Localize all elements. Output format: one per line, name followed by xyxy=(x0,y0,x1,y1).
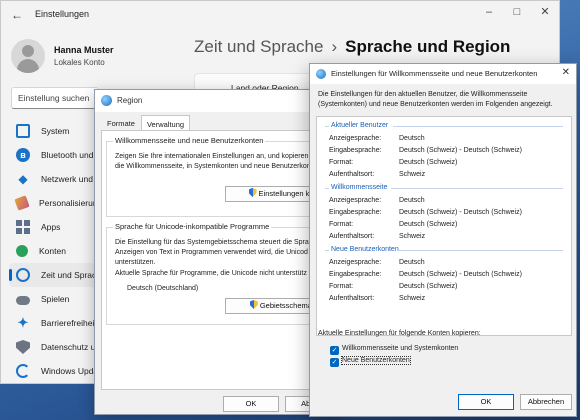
unicode-group-text-3: unterstützen. xyxy=(115,259,156,266)
current-language-label: Aktuelle Sprache für Programme, die Unic… xyxy=(115,270,307,277)
nav-label: Konten xyxy=(39,246,66,256)
nav-item-bluetooth[interactable]: ʙ Bluetooth und G xyxy=(9,143,102,167)
section-title: Aktueller Benutzer xyxy=(331,122,389,129)
welcome-group-text-2: die Willkommensseite, in Systemkonten un… xyxy=(115,163,311,170)
maximize-button[interactable]: □ xyxy=(503,1,531,25)
setting-row: Format: Deutsch (Schweiz) xyxy=(329,159,458,166)
setting-row: Aufenthaltsort: Schweiz xyxy=(329,233,426,240)
welcome-title: Einstellungen für Willkommensseite und n… xyxy=(331,69,538,78)
checkbox-new-user-accounts[interactable]: ✓ Neue Benutzerkonten xyxy=(330,356,411,367)
nav-item-privacy[interactable]: Datenschutz und xyxy=(9,335,105,359)
user-name: Hanna Muster xyxy=(54,45,114,55)
nav-item-apps[interactable]: Apps xyxy=(9,215,99,239)
breadcrumb-separator: › xyxy=(331,37,338,56)
uac-shield-icon xyxy=(248,188,257,197)
setting-row: Anzeigesprache: Deutsch xyxy=(329,135,425,142)
apps-icon xyxy=(16,220,30,234)
close-icon[interactable]: ✕ xyxy=(562,67,570,78)
welcome-group: Willkommensseite und neue Benutzerkonten… xyxy=(106,136,343,217)
avatar xyxy=(11,39,45,73)
nav-label: Apps xyxy=(41,222,61,232)
section-title: Willkommensseite xyxy=(331,184,388,191)
settings-titlebar: ← Einstellungen – □ ✕ xyxy=(1,1,559,29)
unicode-group-text-1: Die Einstellung für das Systemgebietssch… xyxy=(115,239,313,246)
setting-row: Eingabesprache: Deutsch (Schweiz) - Deuts… xyxy=(329,271,522,278)
breadcrumb: Zeit und Sprache › Sprache und Region xyxy=(194,37,510,57)
region-title: Region xyxy=(117,96,143,105)
account-type: Lokales Konto xyxy=(54,58,105,67)
settings-title: Einstellungen xyxy=(35,9,90,19)
nav-item-system[interactable]: System xyxy=(9,119,99,143)
personalization-icon xyxy=(14,195,30,211)
nav-item-accounts[interactable]: Konten xyxy=(9,239,99,263)
gaming-icon xyxy=(16,296,30,305)
setting-row: Anzeigesprache: Deutsch xyxy=(329,197,425,204)
nav-item-personalization[interactable]: Personalisierung xyxy=(9,191,103,215)
time-language-icon xyxy=(16,268,30,282)
current-language-value: Deutsch (Deutschland) xyxy=(127,285,199,292)
system-icon xyxy=(16,124,30,138)
nav-label: Spielen xyxy=(41,294,70,304)
region-ok-button[interactable]: OK xyxy=(223,396,279,412)
nav-item-network[interactable]: ◆ Netzwerk und In xyxy=(9,167,102,191)
accounts-icon xyxy=(16,245,28,257)
close-button[interactable]: ✕ xyxy=(531,1,559,25)
region-dialog: Region Formate Verwaltung Willkommenssei… xyxy=(94,89,343,415)
welcome-settings-dialog: Einstellungen für Willkommensseite und n… xyxy=(309,63,577,417)
copy-to-label: Aktuelle Einstellungen für folgende Kont… xyxy=(318,330,481,337)
nav-label: Zeit und Sprach xyxy=(41,270,102,280)
globe-icon xyxy=(101,95,112,106)
setting-row: Eingabesprache: Deutsch (Schweiz) - Deuts… xyxy=(329,147,522,154)
accessibility-icon: ✦ xyxy=(17,315,29,330)
setting-row: Aufenthaltsort: Schweiz xyxy=(329,171,426,178)
bluetooth-icon: ʙ xyxy=(16,148,30,162)
uac-shield-icon xyxy=(249,300,258,309)
region-tab-panel: Willkommensseite und neue Benutzerkonten… xyxy=(101,130,343,390)
welcome-group-text-1: Zeigen Sie Ihre internationalen Einstell… xyxy=(115,153,309,160)
breadcrumb-parent[interactable]: Zeit und Sprache xyxy=(194,37,323,56)
minimize-button[interactable]: – xyxy=(475,1,503,25)
settings-search-input[interactable]: Einstellung suchen xyxy=(11,87,99,109)
welcome-cancel-button[interactable]: Abbrechen xyxy=(520,394,572,410)
nav-item-gaming[interactable]: Spielen xyxy=(9,287,99,311)
checkmark-icon: ✓ xyxy=(330,346,339,355)
setting-row: Format: Deutsch (Schweiz) xyxy=(329,221,458,228)
checkbox-label: Willkommensseite und Systemkonten xyxy=(342,345,459,352)
setting-row: Anzeigesprache: Deutsch xyxy=(329,259,425,266)
nav-label: Windows Upda xyxy=(41,366,99,376)
nav-label: Personalisierung xyxy=(39,198,103,208)
welcome-intro: Die Einstellungen für den aktuellen Benu… xyxy=(318,91,553,108)
page-title: Sprache und Region xyxy=(345,37,511,56)
welcome-group-title: Willkommensseite und neue Benutzerkonten xyxy=(113,136,266,145)
privacy-icon xyxy=(16,340,30,354)
region-titlebar: Region xyxy=(95,90,339,112)
windows-update-icon xyxy=(16,364,30,378)
setting-row: Format: Deutsch (Schweiz) xyxy=(329,283,458,290)
nav-item-time-language[interactable]: Zeit und Sprach xyxy=(9,263,102,287)
settings-summary-panel: Aktueller Benutzer Anzeigesprache: Deutsc… xyxy=(316,116,572,336)
settings-nav: System ʙ Bluetooth und G ◆ Netzwerk und … xyxy=(9,119,105,383)
setting-row: Aufenthaltsort: Schweiz xyxy=(329,295,426,302)
network-icon: ◆ xyxy=(18,172,28,186)
unicode-group-text-2: Anzeigen von Text in Programmen verwende… xyxy=(115,249,308,256)
welcome-titlebar: Einstellungen für Willkommensseite und n… xyxy=(310,64,576,84)
nav-item-accessibility[interactable]: ✦ Barrierefreiheit xyxy=(9,311,99,335)
nav-item-windows-update[interactable]: Windows Upda xyxy=(9,359,99,383)
globe-icon xyxy=(316,69,326,79)
nav-label: System xyxy=(41,126,70,136)
back-arrow-icon[interactable]: ← xyxy=(9,7,25,23)
checkmark-icon: ✓ xyxy=(330,358,339,367)
unicode-group-title: Sprache für Unicode-inkompatible Program… xyxy=(113,222,272,231)
checkbox-welcome-system-accounts[interactable]: ✓ Willkommensseite und Systemkonten xyxy=(330,344,458,355)
checkbox-label: Neue Benutzerkonten xyxy=(341,356,411,365)
nav-label: Barrierefreiheit xyxy=(41,318,97,328)
unicode-group: Sprache für Unicode-inkompatible Program… xyxy=(106,222,343,325)
section-title: Neue Benutzerkonten xyxy=(331,246,399,253)
welcome-ok-button[interactable]: OK xyxy=(458,394,514,410)
setting-row: Eingabesprache: Deutsch (Schweiz) - Deuts… xyxy=(329,209,522,216)
